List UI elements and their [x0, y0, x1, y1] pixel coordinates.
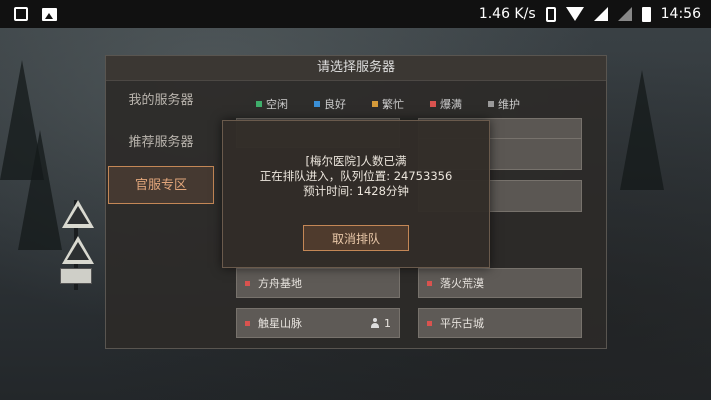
server-name: 平乐古城	[440, 317, 484, 330]
wifi-icon	[565, 7, 584, 21]
status-square-icon	[372, 101, 378, 107]
status-legend: 空闲 良好 繁忙 爆满 维护	[256, 96, 520, 112]
tree-silhouette	[18, 130, 62, 250]
legend-item-busy: 繁忙	[372, 96, 404, 112]
server-name: 方舟基地	[258, 277, 302, 290]
legend-item-good: 良好	[314, 96, 346, 112]
legend-item-maintenance: 维护	[488, 96, 520, 112]
server-card-chuxing[interactable]: 触星山脉 1	[236, 308, 400, 338]
battery-icon	[641, 6, 651, 22]
server-card-luohuo[interactable]: 落火荒漠	[418, 268, 582, 298]
status-square-icon	[430, 101, 436, 107]
tree-silhouette	[620, 70, 664, 190]
tab-official-servers[interactable]: 官服专区	[108, 166, 214, 204]
network-speed: 1.46 K/s	[478, 6, 536, 22]
full-status-icon	[427, 280, 432, 286]
player-count: 1	[370, 317, 391, 330]
status-square-icon	[314, 101, 320, 107]
queue-position-text: 正在排队进入，队列位置: 24753356	[259, 169, 453, 183]
gallery-icon	[42, 7, 57, 21]
server-card-fangzhou[interactable]: 方舟基地	[236, 268, 400, 298]
server-name: 落火荒漠	[440, 277, 484, 290]
warning-sign-icon	[62, 200, 94, 228]
tab-my-servers[interactable]: 我的服务器	[108, 82, 214, 120]
status-bar: 1.46 K/s 14:56	[0, 0, 711, 28]
deer-crossing-sign-icon	[62, 236, 94, 264]
queue-eta-text: 预计时间: 1428分钟	[303, 184, 409, 198]
legend-item-full: 爆满	[430, 96, 462, 112]
signal-icon	[593, 7, 608, 21]
legend-item-idle: 空闲	[256, 96, 288, 112]
status-square-icon	[256, 101, 262, 107]
queue-server-full-text: [梅尔医院]人数已满	[305, 154, 407, 168]
tab-recommended-servers[interactable]: 推荐服务器	[108, 124, 214, 162]
server-card-pingle[interactable]: 平乐古城	[418, 308, 582, 338]
signal-icon	[617, 7, 632, 21]
status-square-icon	[488, 101, 494, 107]
person-icon	[370, 318, 380, 328]
panel-title: 请选择服务器	[106, 56, 606, 81]
phone-icon	[545, 6, 556, 22]
queue-dialog: [梅尔医院]人数已满 正在排队进入，队列位置: 24753356 预计时间: 1…	[222, 120, 490, 268]
notification-icon	[14, 7, 28, 21]
clock: 14:56	[660, 6, 701, 22]
server-name: 触星山脉	[258, 317, 302, 330]
cancel-queue-button[interactable]: 取消排队	[303, 225, 409, 251]
sign-plate	[60, 268, 92, 284]
full-status-icon	[245, 280, 250, 286]
full-status-icon	[245, 320, 250, 326]
full-status-icon	[427, 320, 432, 326]
